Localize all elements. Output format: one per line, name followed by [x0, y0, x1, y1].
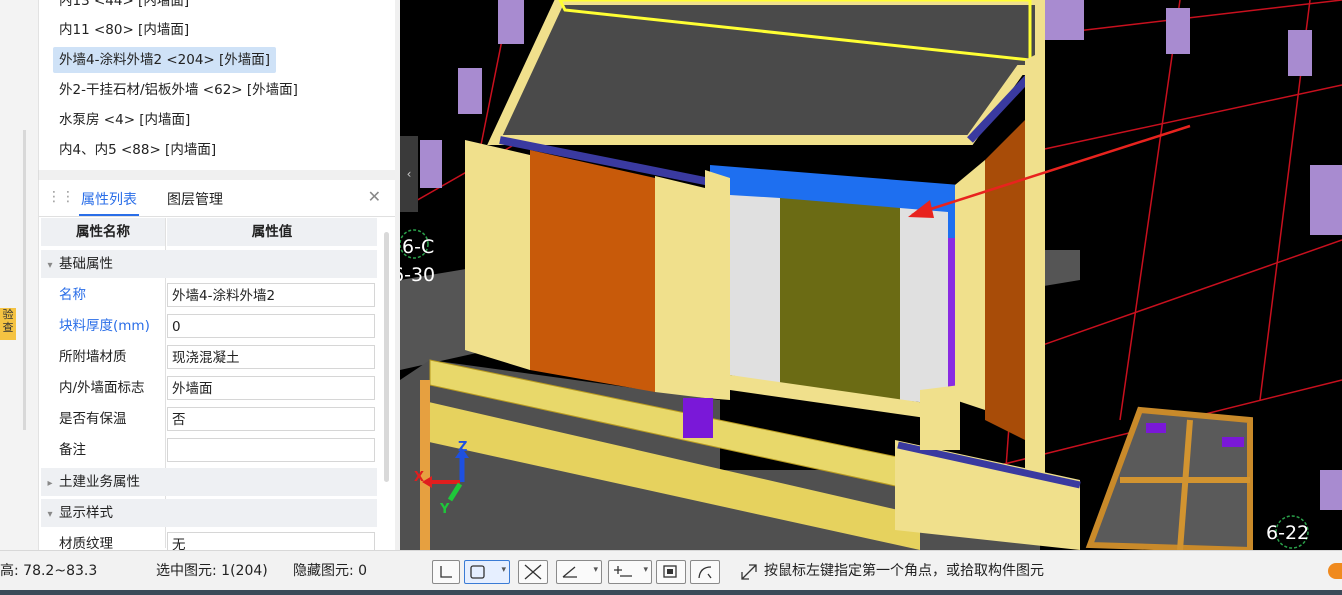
chevron-down-icon: ▾	[643, 565, 648, 575]
expand-arrow-icon	[741, 564, 757, 580]
group-basic[interactable]: ▾ 基础属性	[41, 250, 377, 278]
command-hint: 按鼠标左键指定第一个角点，或拾取构件图元	[764, 563, 1044, 579]
collapse-icon: ▾	[47, 509, 53, 520]
scrollbar[interactable]	[384, 232, 389, 482]
prop-name: 是否有保温	[59, 411, 127, 427]
snap-button[interactable]: ▾	[608, 560, 652, 584]
property-panel: ⋮⋮ 属性列表 图层管理 ✕ 属性名称 属性值 ▾ 基础属性 名称 外墙4-涂料外…	[38, 180, 395, 550]
left-side-strip: 验查	[0, 0, 39, 550]
list-item[interactable]: 内11 <80> [内墙面]	[53, 17, 195, 43]
prop-value-input[interactable]	[167, 438, 375, 462]
ortho-button[interactable]	[432, 560, 460, 584]
group-label: 显示样式	[59, 505, 113, 521]
expand-icon: ▸	[47, 478, 53, 489]
layer-button[interactable]	[656, 560, 686, 584]
hidden-count: 隐藏图元: 0	[293, 563, 368, 579]
drag-handle-icon[interactable]: ⋮⋮	[47, 190, 75, 204]
list-item[interactable]: 水泵房 <4> [内墙面]	[53, 107, 196, 133]
prop-value-input[interactable]: 外墙面	[167, 376, 375, 400]
gizmo-x-label: X	[414, 470, 425, 485]
cross-select-button[interactable]	[518, 560, 548, 584]
selected-count: 选中图元: 1(204)	[156, 563, 268, 579]
chevron-down-icon: ▾	[593, 565, 598, 575]
chevron-down-icon: ▾	[501, 565, 506, 575]
group-label: 基础属性	[59, 256, 113, 272]
prop-name: 名称	[59, 287, 86, 303]
layer-icon	[663, 565, 677, 578]
arc-button[interactable]	[690, 560, 720, 584]
gizmo-z-label: Z	[458, 440, 468, 455]
rect-select-icon	[470, 565, 485, 579]
arc-icon	[698, 566, 712, 579]
collapse-icon: ▾	[47, 260, 53, 271]
prop-value-input[interactable]: 0	[167, 314, 375, 338]
prop-name: 材质纹理	[59, 536, 113, 550]
prop-name: 块料厚度(mm)	[59, 318, 150, 334]
axis-label: 6-30	[400, 264, 436, 286]
component-list: 内13 <44> [内墙面] 内11 <80> [内墙面] 外墙4-涂料外墙2 …	[38, 0, 395, 170]
axis-label: 6-22	[1266, 522, 1310, 544]
angle-icon	[562, 566, 577, 578]
axis-label: 6-C	[402, 236, 435, 258]
ortho-icon	[440, 566, 452, 578]
group-display[interactable]: ▾ 显示样式	[41, 499, 377, 527]
prop-value-input[interactable]: 现浇混凝土	[167, 345, 375, 369]
list-item[interactable]: 内4、内5 <88> [内墙面]	[53, 137, 222, 163]
list-item[interactable]: 内13 <44> [内墙面]	[53, 0, 195, 14]
list-item-selected[interactable]: 外墙4-涂料外墙2 <204> [外墙面]	[53, 47, 277, 73]
snap-icon	[614, 566, 632, 577]
prop-name: 备注	[59, 442, 86, 458]
cross-select-icon	[524, 564, 542, 580]
status-bar: 高: 78.2~83.3 选中图元: 1(204) 隐藏图元: 0 ▾ ▾ ▾ …	[0, 550, 1342, 591]
group-civil[interactable]: ▸ 土建业务属性	[41, 468, 377, 496]
3d-scene[interactable]	[400, 0, 1342, 550]
panel-collapse-button[interactable]: ‹	[400, 136, 418, 212]
gizmo-y-label: Y	[440, 502, 450, 517]
column-header-value: 属性值	[167, 218, 377, 246]
list-item[interactable]: 外2-干挂石材/铝板外墙 <62> [外墙面]	[53, 77, 304, 103]
tab-property-list[interactable]: 属性列表	[79, 189, 139, 216]
close-icon[interactable]: ✕	[368, 187, 381, 206]
warning-icon[interactable]	[1328, 563, 1342, 579]
prop-value-input[interactable]: 否	[167, 407, 375, 431]
group-label: 土建业务属性	[59, 474, 140, 490]
elevation-readout: 高: 78.2~83.3	[0, 563, 98, 579]
column-header-name: 属性名称	[41, 218, 165, 246]
rect-select-button[interactable]: ▾	[464, 560, 510, 584]
3d-viewport[interactable]: 6-C 6-30 6-22 Z X Y	[400, 0, 1342, 550]
prop-name: 内/外墙面标志	[59, 380, 145, 396]
prop-name: 所附墙材质	[59, 349, 127, 365]
side-badge[interactable]: 验查	[0, 308, 16, 340]
strip-separator	[23, 130, 26, 430]
prop-value-input[interactable]: 外墙4-涂料外墙2	[167, 283, 375, 307]
tab-layer-management[interactable]: 图层管理	[167, 189, 223, 209]
prop-value-input[interactable]: 无	[167, 532, 375, 550]
taskbar-edge	[0, 590, 1342, 595]
panel-header: ⋮⋮ 属性列表 图层管理 ✕	[39, 180, 395, 217]
angle-button[interactable]: ▾	[556, 560, 602, 584]
